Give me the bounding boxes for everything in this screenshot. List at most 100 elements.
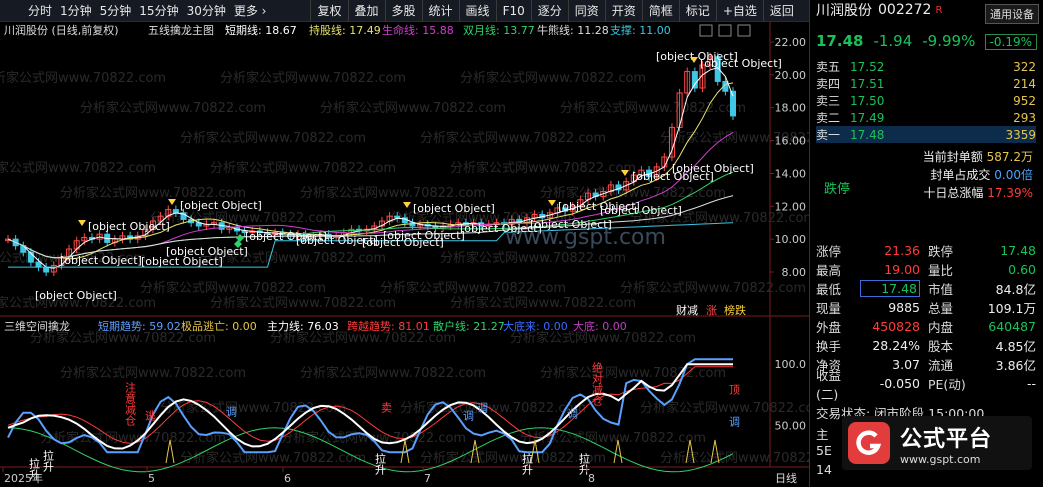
- watermark: 分析家公式网www.70822.com: [450, 295, 636, 311]
- stat-key: 市值: [928, 282, 954, 297]
- watermark: 分析家公式网www.70822.com: [560, 100, 746, 116]
- chart-svg[interactable]: 分析家公式网www.70822.com分析家公式网www.70822.com分析…: [0, 22, 809, 487]
- toolbar-action-3[interactable]: 统计: [421, 0, 459, 22]
- watermark: 分析家公式网www.70822.com: [620, 280, 806, 296]
- seal-ratio: 封单占成交 0.00倍: [930, 168, 1033, 182]
- chart-annotation: [object Object]: [383, 229, 465, 242]
- ob-volume: 214: [1013, 76, 1036, 91]
- stat-row: 外盘 450828 内盘 640487: [816, 317, 1036, 336]
- time-label: 2025年: [4, 471, 43, 485]
- stock-name: 川润股份: [816, 3, 872, 19]
- stat-key: 涨停: [816, 244, 842, 259]
- period-3[interactable]: 15分钟: [135, 0, 182, 22]
- vertical-tag: 调: [462, 410, 475, 422]
- toolbar-action-7[interactable]: 同资: [567, 0, 605, 22]
- toolbar: 分时 1分钟 5分钟 15分钟 30分钟 更多 › 复权 叠加 多股 统计 画线 F10 逐分 同资 开资简…: [0, 0, 809, 22]
- watermark: 分析家公式网www.70822.com: [180, 130, 366, 146]
- toolbar-action-6[interactable]: 逐分: [530, 0, 568, 22]
- stat-key: 收益(二): [816, 367, 842, 402]
- watermark: 分析家公式网www.70822.com: [420, 130, 606, 146]
- toolbar-action-4[interactable]: 画线: [458, 0, 496, 22]
- trunc-row-3: 14: [816, 462, 832, 477]
- vertical-tag: 顶: [728, 384, 741, 396]
- logo-url: www.gspt.com: [900, 452, 981, 466]
- orderbook-row[interactable]: 卖四 17.51 214: [816, 75, 1036, 92]
- period-0[interactable]: 分时: [24, 0, 56, 22]
- ob-label: 卖一: [816, 128, 841, 142]
- stat-value: 19.00: [884, 262, 920, 277]
- period-2[interactable]: 5分钟: [96, 0, 136, 22]
- stat-value: --: [1026, 376, 1036, 391]
- stat-value: 17.48: [860, 280, 920, 297]
- logo-text: 公式平台: [900, 426, 993, 452]
- main-chart-header: 川润股份 (日线,前复权): [4, 23, 119, 37]
- toolbar-action-11[interactable]: +自选: [715, 0, 763, 22]
- orderbook-row[interactable]: 卖二 17.49 293: [816, 109, 1036, 126]
- indicator-name: 五线擒龙主图: [148, 23, 214, 37]
- watermark: 分析家公式网www.70822.com: [60, 365, 246, 381]
- stat-key: 跌停: [928, 244, 954, 259]
- candle: [394, 215, 401, 219]
- period-5[interactable]: 更多 ›: [230, 0, 271, 22]
- ob-label: 卖五: [816, 60, 841, 74]
- stat-key: 换手: [816, 339, 842, 354]
- vertical-tag: 调: [476, 402, 489, 414]
- gspt-logo[interactable]: 公式平台 www.gspt.com: [842, 416, 1032, 470]
- stat-row: 换手 28.24% 股本 4.85亿: [816, 336, 1036, 355]
- sub-line-value: 散户线: 21.27: [433, 319, 505, 333]
- stat-key: 外盘: [816, 320, 842, 335]
- orderbook-row[interactable]: 卖一 17.48 3359: [816, 126, 1036, 143]
- price-tick: 18.00: [775, 102, 807, 115]
- trunc-row-2: 5E: [816, 443, 832, 458]
- candle: [172, 209, 179, 214]
- toolbar-action-12[interactable]: 返回: [762, 0, 800, 22]
- watermark: 分析家公式网www.70822.com: [660, 450, 809, 466]
- toolbar-action-9[interactable]: 简框: [641, 0, 679, 22]
- stat-value: 450828: [872, 319, 920, 334]
- site-watermark: www.gspt.com: [505, 225, 666, 250]
- stat-key: 最低: [816, 282, 842, 297]
- vertical-tag: 注意减仓: [124, 381, 137, 426]
- sub-line-value: 大底: 0.00: [573, 319, 627, 333]
- toolbar-action-0[interactable]: 复权: [310, 0, 347, 22]
- watermark: 分析家公式网www.70822.com: [460, 70, 646, 86]
- period-4[interactable]: 30分钟: [183, 0, 230, 22]
- stat-key: 最高: [816, 263, 842, 278]
- toolbar-action-2[interactable]: 多股: [384, 0, 422, 22]
- time-label: 8: [588, 472, 595, 485]
- vertical-tag: 拉升: [521, 452, 534, 476]
- stat-value: 3.07: [892, 357, 920, 372]
- price-tick: 12.00: [775, 200, 807, 213]
- price-tick: 16.00: [775, 135, 807, 148]
- legend-tag: 榜跌: [724, 303, 746, 317]
- watermark: 分析家公式网www.70822.com: [540, 365, 726, 381]
- toolbar-action-1[interactable]: 叠加: [347, 0, 385, 22]
- sub-tick: 100.0: [775, 358, 807, 371]
- stat-key: 内盘: [928, 320, 954, 335]
- candle: [35, 261, 42, 268]
- stat-key: 总量: [928, 301, 954, 316]
- chart-annotation: [object Object]: [166, 245, 248, 258]
- stock-code: 002272: [878, 2, 932, 18]
- stat-value: 4.85亿: [995, 339, 1036, 354]
- orderbook-row[interactable]: 卖三 17.50 952: [816, 92, 1036, 109]
- orderbook-row[interactable]: 卖五 17.52 322: [816, 58, 1036, 75]
- chart-area[interactable]: 分析家公式网www.70822.com分析家公式网www.70822.com分析…: [0, 22, 809, 487]
- stat-key: 量比: [928, 263, 954, 278]
- stat-value: 109.1万: [987, 301, 1036, 316]
- ob-price: 17.49: [850, 110, 885, 125]
- stat-row: 涨停 21.36 跌停 17.48: [816, 241, 1036, 260]
- stat-row: 最高 19.00 量比 0.60: [816, 260, 1036, 279]
- period-1[interactable]: 1分钟: [56, 0, 96, 22]
- vertical-tag: 逃: [144, 410, 157, 421]
- toolbar-action-8[interactable]: 开资: [604, 0, 642, 22]
- logo-g-icon: [848, 422, 890, 464]
- industry-button[interactable]: 通用设备: [985, 4, 1039, 24]
- last-price: 17.48: [816, 32, 864, 50]
- toolbar-action-5[interactable]: F10: [495, 0, 531, 22]
- price-tick: 22.00: [775, 36, 807, 49]
- toolbar-action-10[interactable]: 标记: [678, 0, 716, 22]
- watermark: 分析家公式网www.70822.com: [520, 430, 706, 446]
- vertical-tag: 卖: [380, 402, 393, 414]
- stat-key: 现量: [816, 301, 842, 316]
